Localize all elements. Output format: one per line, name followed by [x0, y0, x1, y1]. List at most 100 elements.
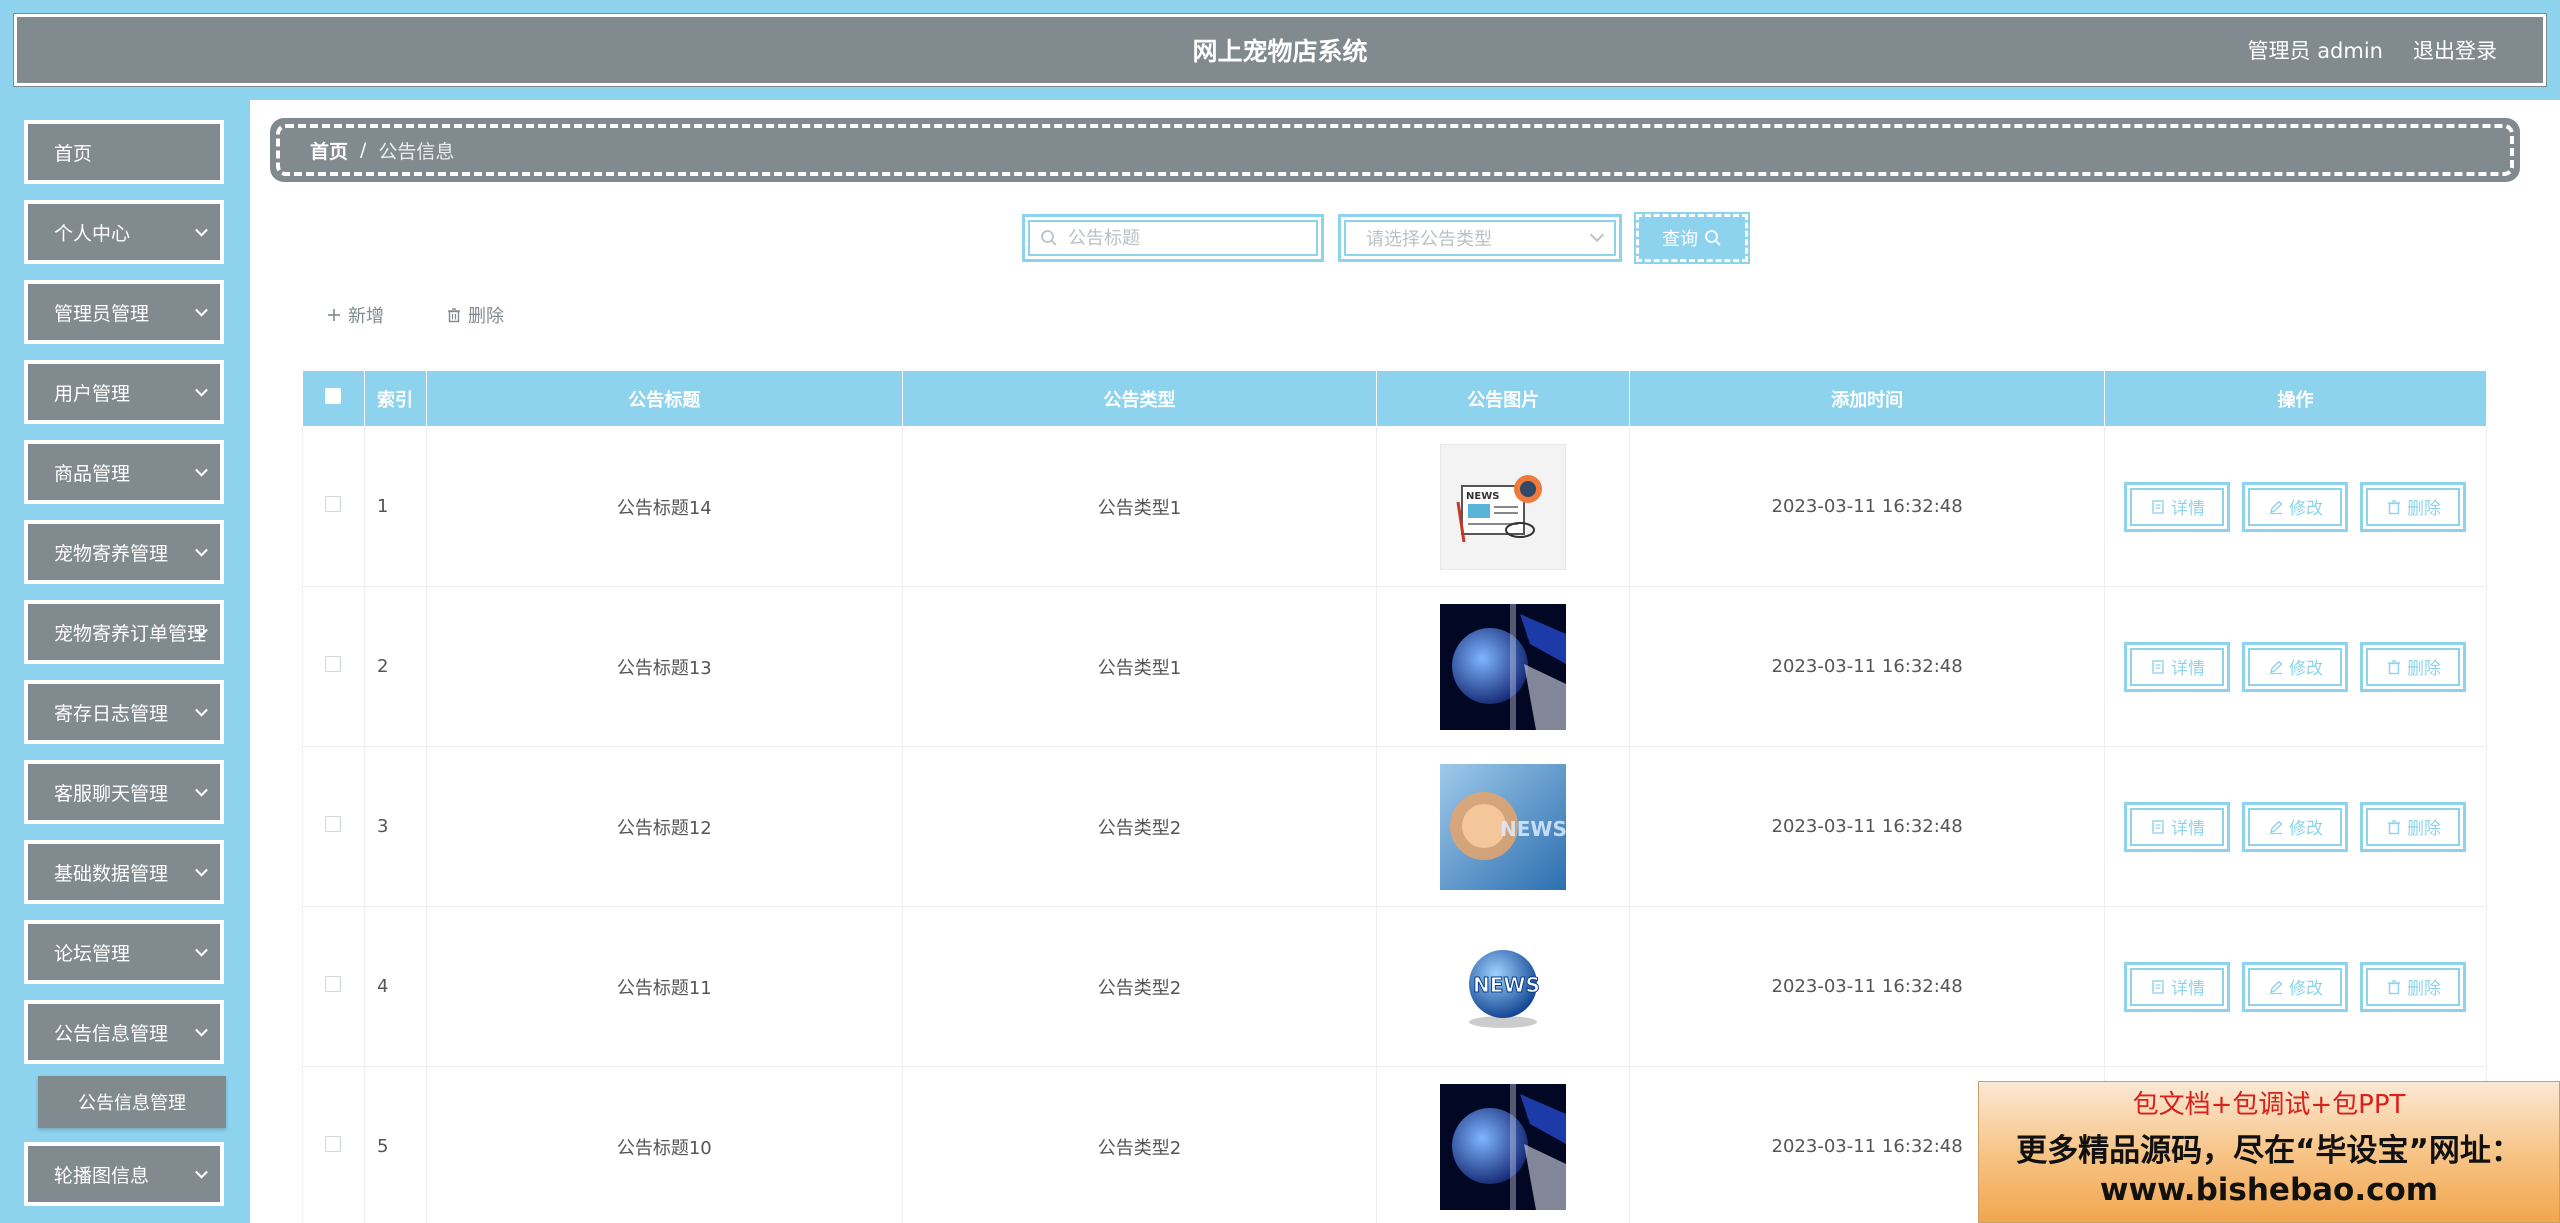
row-actions: 详情 修改 删除	[2104, 586, 2488, 747]
sidebar-item-9[interactable]: 基础数据管理	[24, 840, 224, 904]
delete-button[interactable]: 删除	[2360, 481, 2467, 532]
row-actions: 详情 修改 删除	[2104, 426, 2488, 587]
detail-label: 详情	[2170, 979, 2205, 999]
logout-link[interactable]: 退出登录	[2413, 35, 2497, 65]
trash-icon	[2387, 659, 2400, 674]
edit-button[interactable]: 修改	[2242, 801, 2349, 852]
edit-button[interactable]: 修改	[2242, 481, 2349, 532]
search-icon	[1041, 230, 1057, 246]
edit-button[interactable]: 修改	[2242, 641, 2349, 692]
main-content: 首页 / 公告信息 请选择公告类型 查询 新增	[250, 100, 2560, 1223]
query-button[interactable]: 查询	[1634, 212, 1750, 264]
title-search-input[interactable]	[1068, 227, 1308, 249]
row-time: 2023-03-11 16:32:48	[1629, 906, 2105, 1067]
sidebar-item-label: 论坛管理	[54, 942, 131, 965]
trash-icon	[2387, 819, 2400, 834]
select-all-checkbox[interactable]	[325, 388, 342, 404]
row-checkbox[interactable]	[325, 816, 342, 832]
breadcrumb-home[interactable]: 首页	[310, 137, 348, 164]
document-icon	[2152, 979, 2164, 994]
chevron-down-icon	[195, 863, 208, 877]
action-toolbar: 新增 删除	[326, 302, 504, 328]
row-title: 公告标题12	[426, 746, 903, 907]
sidebar-item-1[interactable]: 个人中心	[24, 200, 224, 264]
delete-button-inner: 删除	[2366, 967, 2461, 1006]
sidebar-item-label: 公告信息管理	[54, 1022, 169, 1045]
breadcrumb: 首页 / 公告信息	[270, 118, 2520, 182]
delete-label: 删除	[2406, 819, 2441, 839]
sidebar-item-3[interactable]: 用户管理	[24, 360, 224, 424]
sidebar-subitem-notice[interactable]: 公告信息管理	[38, 1076, 226, 1128]
row-image-cell	[1376, 1066, 1631, 1223]
sidebar-item-0[interactable]: 首页	[24, 120, 224, 184]
sidebar-item-label: 宠物寄养管理	[54, 542, 169, 565]
edit-button[interactable]: 修改	[2242, 961, 2349, 1012]
row-checkbox[interactable]	[325, 1136, 342, 1152]
detail-button-inner: 详情	[2130, 807, 2225, 846]
row-index: 3	[364, 746, 427, 907]
col-actions: 操作	[2103, 370, 2488, 427]
table-row: 3 公告标题12 公告类型2 NEWS 2023-03-11 16:32:48 详情 修改 删…	[302, 746, 2488, 907]
promo-banner[interactable]: 包文档+包调试+包PPT 更多精品源码，尽在“毕设宝”网址： www.bishe…	[1978, 1081, 2560, 1223]
chevron-down-icon	[195, 1023, 208, 1037]
edit-button-inner: 修改	[2248, 807, 2343, 846]
chevron-down-icon	[195, 463, 208, 477]
breadcrumb-separator: /	[360, 139, 367, 161]
globe-news-image	[1377, 1083, 1629, 1210]
detail-button-inner: 详情	[2130, 967, 2225, 1006]
detail-label: 详情	[2170, 819, 2205, 839]
sidebar-item-7[interactable]: 寄存日志管理	[24, 680, 224, 744]
delete-button[interactable]: 删除	[2360, 801, 2467, 852]
admin-user-label[interactable]: 管理员 admin	[2248, 35, 2383, 65]
type-select[interactable]: 请选择公告类型	[1338, 214, 1622, 262]
delete-label: 删除	[468, 306, 504, 327]
sidebar-item-label: 用户管理	[54, 382, 131, 405]
row-title: 公告标题10	[426, 1066, 903, 1223]
row-select-cell	[302, 746, 365, 907]
delete-label: 删除	[2406, 659, 2441, 679]
svg-text:NEWS: NEWS	[1500, 817, 1566, 841]
plus-icon	[328, 309, 340, 321]
sidebar-item-carousel[interactable]: 轮播图信息	[24, 1142, 224, 1206]
delete-button[interactable]: 删除	[2360, 961, 2467, 1012]
row-type: 公告类型2	[902, 1066, 1378, 1223]
detail-button[interactable]: 详情	[2124, 961, 2231, 1012]
sidebar-item-label: 基础数据管理	[54, 862, 169, 885]
row-checkbox[interactable]	[325, 976, 342, 992]
sidebar-item-10[interactable]: 论坛管理	[24, 920, 224, 984]
row-checkbox[interactable]	[325, 656, 342, 672]
row-action-group: 详情 修改 删除	[2105, 641, 2486, 692]
sidebar-item-11[interactable]: 公告信息管理	[24, 1000, 224, 1064]
sidebar-item-5[interactable]: 宠物寄养管理	[24, 520, 224, 584]
detail-button[interactable]: 详情	[2124, 641, 2231, 692]
row-index: 2	[364, 586, 427, 747]
select-all-header[interactable]	[302, 370, 365, 427]
sidebar-item-6[interactable]: 宠物寄养订单管理	[24, 600, 224, 664]
detail-button[interactable]: 详情	[2124, 801, 2231, 852]
sidebar-item-8[interactable]: 客服聊天管理	[24, 760, 224, 824]
trash-icon	[448, 308, 460, 323]
row-select-cell	[302, 906, 365, 1067]
add-label: 新增	[348, 306, 384, 327]
chevron-down-icon	[195, 303, 208, 317]
detail-button-inner: 详情	[2130, 647, 2225, 686]
edit-icon	[2269, 980, 2283, 994]
row-type: 公告类型2	[902, 906, 1378, 1067]
trash-icon	[2387, 979, 2400, 994]
chevron-down-icon	[195, 943, 208, 957]
sidebar-item-4[interactable]: 商品管理	[24, 440, 224, 504]
promo-line-2: 更多精品源码，尽在“毕设宝”网址：	[2016, 1133, 2522, 1169]
title-search-field[interactable]	[1022, 214, 1324, 262]
bulk-delete-button[interactable]: 删除	[446, 302, 504, 328]
delete-button[interactable]: 删除	[2360, 641, 2467, 692]
sidebar-item-2[interactable]: 管理员管理	[24, 280, 224, 344]
add-button[interactable]: 新增	[326, 302, 384, 328]
row-checkbox[interactable]	[325, 496, 342, 512]
svg-text:NEWS: NEWS	[1466, 491, 1499, 502]
chevron-down-icon	[195, 1165, 208, 1179]
delete-label: 删除	[2406, 499, 2441, 519]
edit-label: 修改	[2288, 499, 2323, 519]
detail-label: 详情	[2170, 499, 2205, 519]
detail-button[interactable]: 详情	[2124, 481, 2231, 532]
type-select-placeholder: 请选择公告类型	[1366, 229, 1492, 250]
